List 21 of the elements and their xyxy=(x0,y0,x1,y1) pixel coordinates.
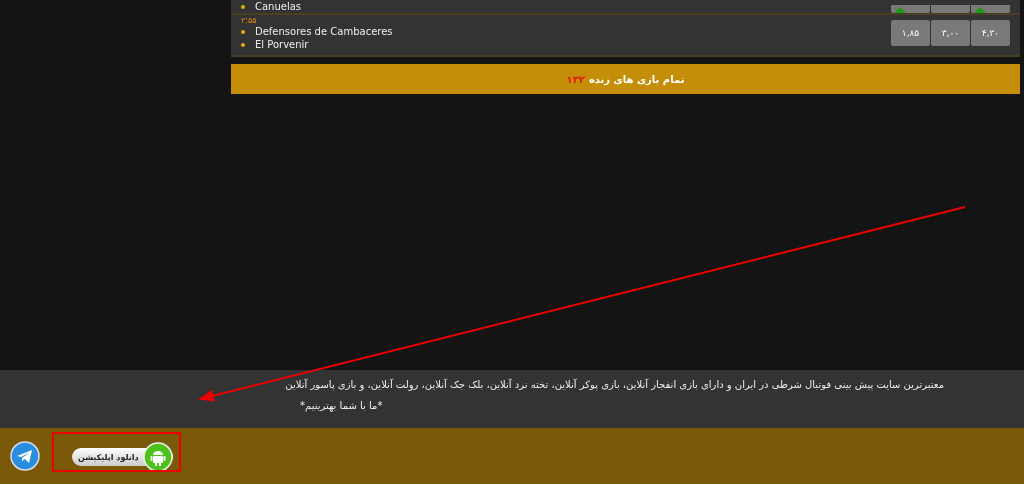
odds-button[interactable]: ۱,۸۵ xyxy=(891,20,930,46)
match-time: ۲:۵۵ xyxy=(241,15,258,25)
bullet-icon xyxy=(241,29,245,34)
footer-description: معتبرترین سایت پیش بینی فوتبال شرطی در ایران و دارای بازی انفجار آنلاین، بازی پوکر آنلاین، تخته نرد آنلاین، بلک جک آنلاین، رولت آنلاین، و بازی پاسور آنلاین xyxy=(284,378,944,392)
paper-plane-icon[interactable] xyxy=(10,441,40,471)
team-name: Defensores de Cambaceres xyxy=(255,25,393,38)
bullet-icon xyxy=(241,42,245,47)
team-name: El Porvenir xyxy=(255,38,309,51)
all-live-games-button[interactable]: تمام بازی های زنده ۱۳۲ xyxy=(231,64,1020,94)
live-count: ۱۳۲ xyxy=(566,73,585,85)
up-triangle-icon xyxy=(974,7,986,13)
odds-button[interactable]: ۴,۳۰ xyxy=(971,20,1010,46)
odds-button[interactable]: ۳,۰۰ xyxy=(931,20,970,46)
odds-button[interactable] xyxy=(971,5,1010,13)
team-name: Canuelas xyxy=(255,1,302,13)
bullet-icon xyxy=(241,5,245,9)
odds-button[interactable] xyxy=(931,5,970,13)
footer-slogan: *ما با شما بهترینیم* xyxy=(300,400,383,411)
odds-button[interactable] xyxy=(891,5,930,13)
up-triangle-icon xyxy=(894,7,906,13)
android-icon xyxy=(142,442,173,472)
